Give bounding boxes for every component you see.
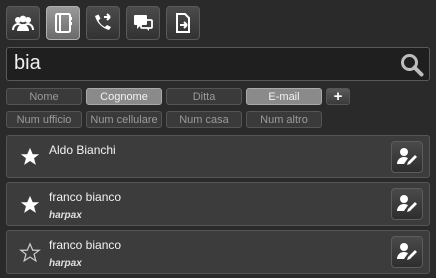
chat-icon <box>134 15 153 31</box>
star-filled-icon[interactable] <box>19 146 41 168</box>
contact-name: franco bianco <box>49 238 122 252</box>
contact-company: harpax <box>49 258 82 269</box>
filter-num-casa[interactable]: Num casa <box>166 111 242 128</box>
star-filled-icon[interactable] <box>19 194 41 216</box>
export-button[interactable] <box>166 6 200 40</box>
address-book-button[interactable] <box>46 6 80 40</box>
contact-company: harpax <box>49 210 82 221</box>
call-forward-icon <box>95 13 111 30</box>
call-forward-button[interactable] <box>86 6 120 40</box>
filter-num-altro[interactable]: Num altro <box>246 111 322 128</box>
star-outline-icon[interactable] <box>19 242 41 264</box>
contact-card[interactable]: franco bianco harpax <box>6 182 430 226</box>
add-filter-button[interactable]: + <box>326 88 350 105</box>
filter-num-cellulare[interactable]: Num cellulare <box>86 111 162 128</box>
search-icon[interactable] <box>399 52 425 78</box>
toolbar <box>6 6 200 44</box>
export-icon <box>176 13 190 33</box>
contact-card[interactable]: Aldo Bianchi <box>6 135 430 178</box>
edit-contact-button[interactable] <box>391 236 423 268</box>
search-input-value[interactable]: bia <box>14 52 41 75</box>
edit-contact-icon <box>397 243 417 260</box>
contacts-group-icon <box>12 15 34 31</box>
edit-contact-icon <box>397 148 417 165</box>
filter-ditta[interactable]: Ditta <box>166 88 242 105</box>
chat-button[interactable] <box>126 6 160 40</box>
contact-name: franco bianco <box>49 190 122 204</box>
filter-email[interactable]: E-mail <box>246 88 322 105</box>
edit-contact-button[interactable] <box>391 188 423 220</box>
filter-row-primary: Nome Cognome Ditta E-mail + <box>6 88 350 105</box>
contacts-group-button[interactable] <box>6 6 40 40</box>
filter-row-numbers: Num ufficio Num cellulare Num casa Num a… <box>6 111 322 128</box>
contact-card[interactable]: franco bianco harpax <box>6 230 430 274</box>
address-book-icon <box>55 13 72 33</box>
edit-contact-icon <box>397 195 417 212</box>
search-field[interactable]: bia <box>6 47 430 81</box>
filter-nome[interactable]: Nome <box>6 88 82 105</box>
filter-num-ufficio[interactable]: Num ufficio <box>6 111 82 128</box>
contact-name: Aldo Bianchi <box>49 143 116 157</box>
edit-contact-button[interactable] <box>391 141 423 173</box>
filter-cognome[interactable]: Cognome <box>86 88 162 105</box>
